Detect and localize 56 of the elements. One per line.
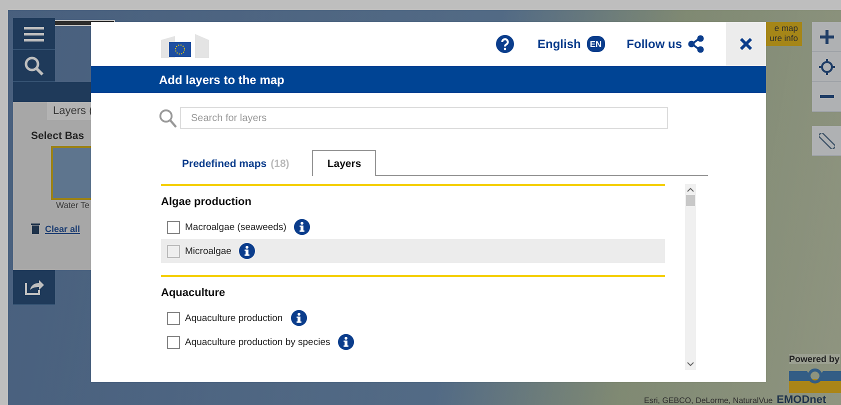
layer-row[interactable]: Microalgae: [161, 239, 665, 263]
language-selector[interactable]: English EN: [538, 36, 605, 52]
share-icon: [24, 278, 44, 296]
trash-icon: [31, 223, 40, 234]
search-icon: [24, 56, 44, 76]
ruler-icon: [819, 132, 835, 148]
layer-row[interactable]: Aquaculture production: [161, 306, 665, 330]
clear-all-link[interactable]: Clear all: [45, 224, 80, 234]
brand-name: EMODnet: [776, 394, 826, 405]
menu-icon: [24, 26, 44, 42]
search-field[interactable]: Search for layers: [180, 107, 668, 129]
zoom-out-button[interactable]: [812, 82, 841, 112]
layer-label: Macroalgae (seaweeds): [185, 222, 286, 232]
layer-row[interactable]: Macroalgae (seaweeds): [161, 215, 665, 239]
crosshair-icon: [819, 58, 835, 74]
map-attribution: Esri, GEBCO, DeLorme, NaturalVue: [644, 396, 773, 405]
checkbox[interactable]: [167, 244, 180, 258]
flag-logo-icon: [159, 32, 211, 60]
checkbox[interactable]: [167, 312, 180, 324]
scroll-up-icon[interactable]: [687, 187, 694, 192]
tab-count: (18): [270, 158, 290, 170]
plus-icon: [820, 30, 834, 44]
layer-row[interactable]: Aquaculture production by species: [161, 330, 665, 354]
help-icon[interactable]: [496, 35, 514, 53]
layer-label: Aquaculture production: [185, 312, 283, 324]
layer-label: Microalgae: [185, 246, 232, 256]
share-button[interactable]: [13, 270, 55, 305]
layer-label: Aquaculture production by species: [185, 336, 330, 348]
panel-title: Select Bas: [31, 130, 84, 142]
info-icon[interactable]: [290, 310, 307, 326]
brand-logo-icon: [789, 367, 841, 393]
close-icon: [740, 38, 752, 50]
scroll-down-icon[interactable]: [687, 362, 694, 367]
close-button[interactable]: [726, 22, 766, 66]
checkbox[interactable]: [167, 336, 180, 348]
dialog-title: Add layers to the map: [159, 72, 284, 86]
info-icon[interactable]: [338, 334, 354, 350]
info-icon[interactable]: [294, 219, 310, 235]
language-code-badge: EN: [586, 36, 605, 52]
search-button[interactable]: [13, 50, 55, 82]
checkbox[interactable]: [167, 220, 180, 234]
locate-button[interactable]: [812, 52, 841, 82]
search-icon: [159, 108, 177, 128]
info-icon[interactable]: [239, 243, 256, 259]
zoom-in-button[interactable]: [812, 22, 841, 52]
tab[interactable]: Layers: [312, 150, 376, 176]
basemap-label: Water Te: [56, 200, 90, 210]
measure-button[interactable]: [812, 126, 841, 156]
group-title: Aquaculture: [161, 287, 226, 299]
minus-icon: [820, 94, 834, 98]
menu-button[interactable]: [13, 18, 55, 50]
basemap-thumbnail[interactable]: [51, 146, 93, 200]
share-icon: [688, 35, 704, 53]
group-title: Algae production: [161, 196, 252, 208]
scrollbar[interactable]: [685, 184, 696, 370]
scrollbar-thumb[interactable]: [686, 195, 695, 206]
